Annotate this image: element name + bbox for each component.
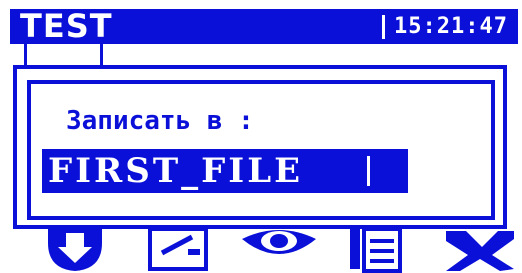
background-divider-left [24,44,27,66]
save-prompt-label: Записать в : [66,106,254,136]
filename-value: FIRST_FILE [48,151,304,191]
files-icon[interactable] [348,229,404,273]
filename-input[interactable]: FIRST_FILE [42,149,408,193]
view-icon[interactable] [240,229,318,273]
header-divider [382,15,385,39]
download-icon[interactable] [44,229,106,273]
text-cursor [367,156,370,186]
clock-display: 15:21:47 [394,14,508,39]
title-bar: TEST 15:21:47 [10,9,518,44]
tools-icon[interactable] [442,229,518,273]
edit-icon[interactable] [148,229,208,273]
background-divider-mid [100,44,103,66]
device-screen: TEST 15:21:47 Записать в : FIRST_FILE [0,0,522,273]
screen-title: TEST [20,7,113,45]
